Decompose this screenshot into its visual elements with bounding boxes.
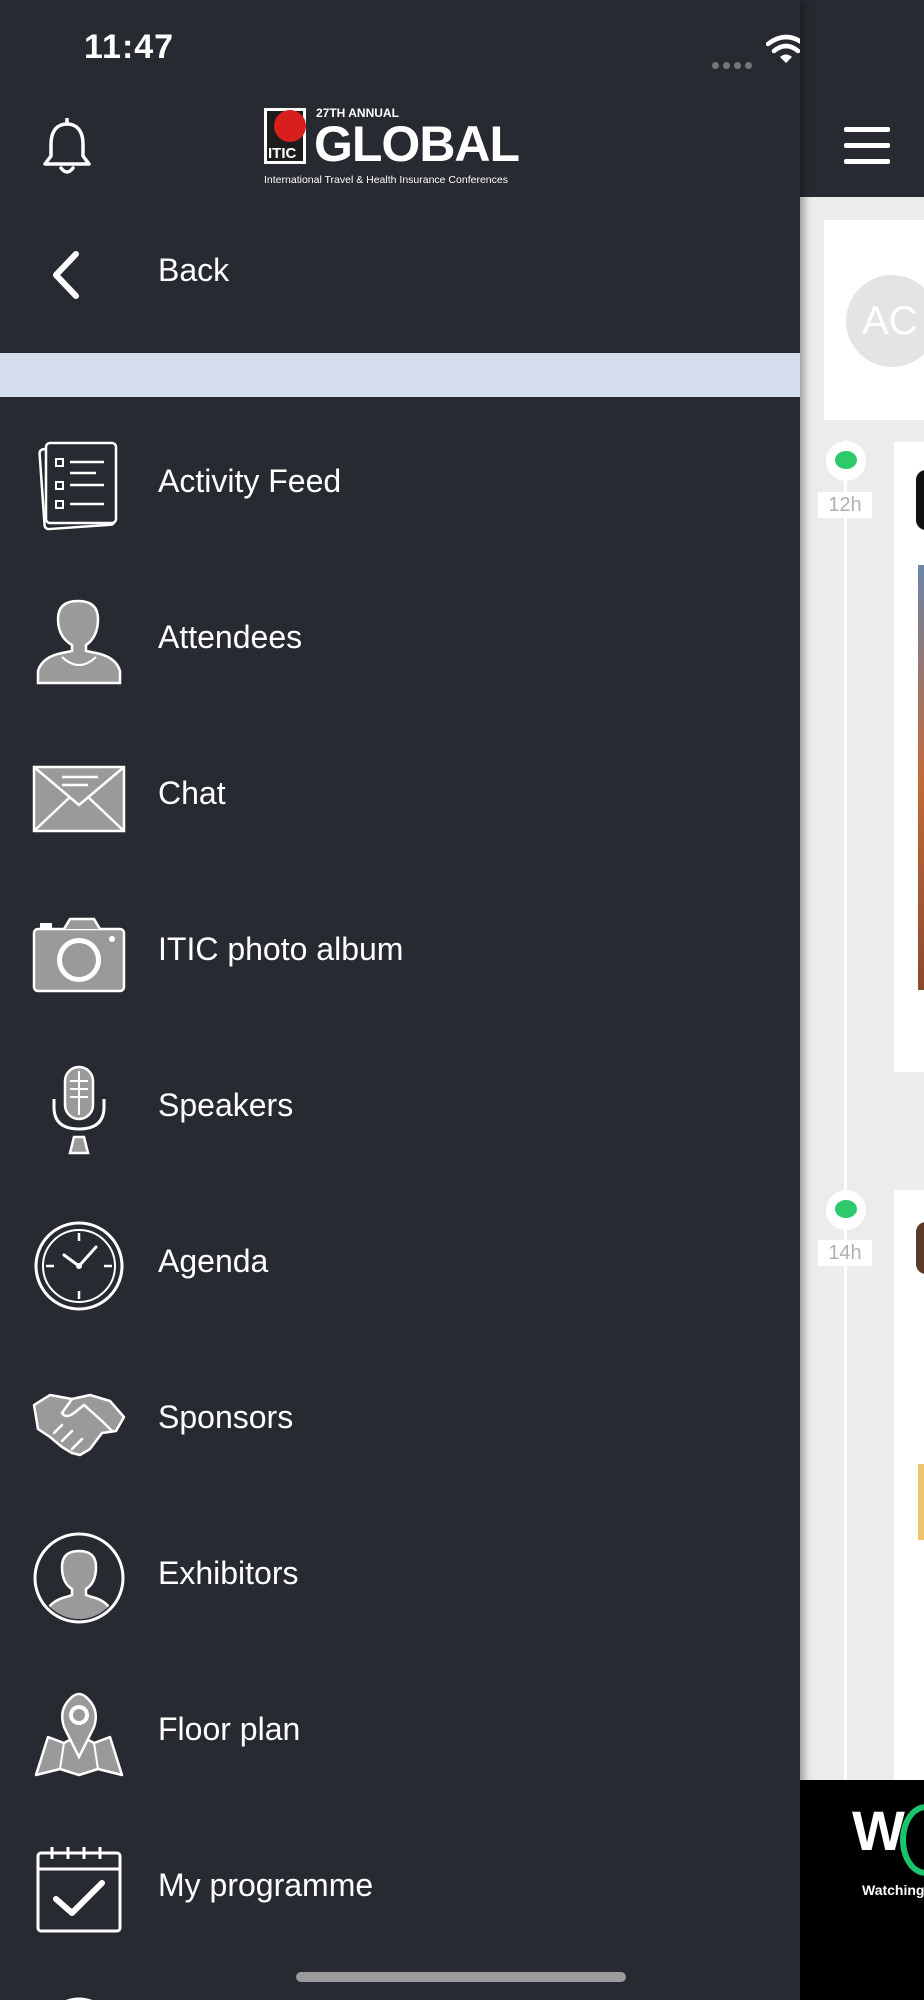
logo-subtitle: International Travel & Health Insurance … <box>264 174 508 186</box>
logo-title: GLOBAL <box>314 116 520 172</box>
status-time: 11:47 <box>84 28 175 66</box>
comment-bubble-icon <box>826 1190 866 1230</box>
avatar: AC <box>846 275 924 367</box>
menu-item-label: My programme <box>158 1867 374 1903</box>
calendar-check-icon <box>36 1847 122 1933</box>
activity-feed-icon <box>38 441 118 531</box>
banner-logo: W <box>852 1799 905 1862</box>
menu-item-label: Agenda <box>158 1243 269 1279</box>
menu-item-label: Speakers <box>158 1087 294 1123</box>
menu-item-label: Sponsors <box>158 1399 294 1435</box>
menu-item-attendees[interactable]: Attendees <box>0 563 800 719</box>
post-avatar <box>916 470 924 530</box>
post-attachment <box>918 1464 924 1540</box>
home-indicator[interactable] <box>296 1972 626 1982</box>
microphone-icon <box>52 1065 106 1155</box>
menu-item-activity-feed[interactable]: Activity Feed <box>0 407 800 563</box>
person-icon <box>36 599 122 685</box>
menu-item-chat[interactable]: Chat <box>0 719 800 875</box>
menu-item-label: Activity Feed <box>158 463 342 499</box>
timeline-line <box>844 440 847 1780</box>
handshake-icon <box>32 1393 126 1457</box>
menu-item-my-programme[interactable]: My programme <box>0 1811 800 1967</box>
menu-item-label: ITIC photo album <box>158 931 404 967</box>
feed-time-badge: 12h <box>818 492 872 518</box>
wifi-icon <box>766 34 800 63</box>
hamburger-menu-icon[interactable] <box>844 127 890 165</box>
map-pin-icon <box>34 1692 124 1777</box>
menu-item-photo-album[interactable]: ITIC photo album <box>0 875 800 1031</box>
menu-item-label: Exhibitors <box>158 1555 299 1591</box>
svg-text:ITIC: ITIC <box>268 145 296 162</box>
profile-card[interactable]: AC <box>824 220 924 420</box>
envelope-icon <box>32 765 126 833</box>
sponsor-banner[interactable]: W Watching <box>800 1780 924 2000</box>
background-screen: AC 12h 14h W Watching <box>800 0 924 2000</box>
post-photo[interactable] <box>918 565 924 990</box>
menu-item-exhibitors[interactable]: Exhibitors <box>0 1499 800 1655</box>
menu-item-floor-plan[interactable]: Floor plan <box>0 1655 800 1811</box>
menu-item-agenda[interactable]: Agenda <box>0 1187 800 1343</box>
feed-time-badge: 14h <box>818 1240 872 1266</box>
signal-icon <box>712 56 756 74</box>
clock-icon <box>34 1221 124 1311</box>
chevron-left-icon <box>53 251 79 299</box>
itic-logo-mark: ITIC <box>264 108 306 164</box>
camera-icon <box>32 917 126 993</box>
background-header <box>800 0 924 197</box>
banner-text: Watching <box>862 1882 924 1898</box>
back-label: Back <box>158 252 230 288</box>
menu-item-label: Floor plan <box>158 1711 301 1747</box>
bell-icon[interactable] <box>40 118 94 178</box>
menu-item-label: Chat <box>158 775 226 811</box>
menu-item-label: Attendees <box>158 619 303 655</box>
comment-bubble-icon <box>826 441 866 481</box>
menu-item-speakers[interactable]: Speakers <box>0 1031 800 1187</box>
status-icons <box>712 34 800 69</box>
menu-item-sponsors[interactable]: Sponsors <box>0 1343 800 1499</box>
section-divider <box>0 353 800 397</box>
person-circle-icon <box>33 1532 125 1624</box>
navigation-drawer: 11:47 ITIC 27TH ANNUAL GLOBAL Internatio… <box>0 0 800 2000</box>
post-avatar <box>916 1222 924 1274</box>
back-button[interactable]: Back <box>0 222 800 326</box>
event-logo: ITIC 27TH ANNUAL GLOBAL International Tr… <box>264 104 540 190</box>
